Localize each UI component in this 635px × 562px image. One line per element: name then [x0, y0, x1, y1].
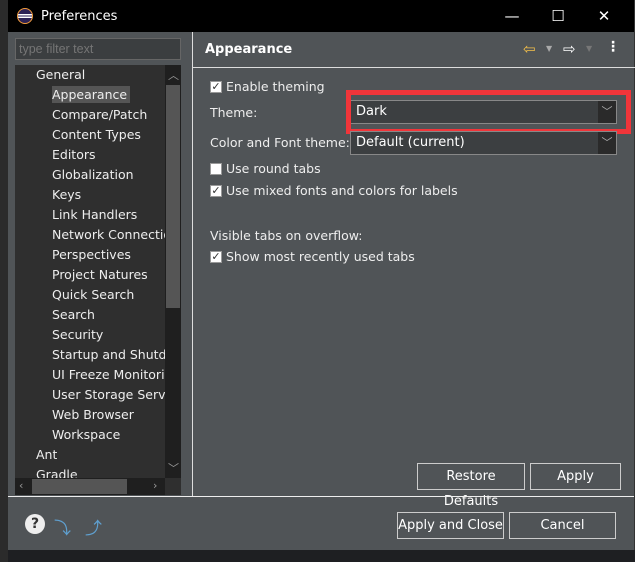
checkbox-icon: ✓: [210, 183, 222, 197]
preferences-tree: ›Gradle›Ant›WorkspaceWeb Browser›User St…: [15, 65, 181, 495]
minimize-button[interactable]: —: [489, 0, 535, 32]
tree-item-label: Web Browser: [52, 407, 134, 422]
theme-label: Theme:: [210, 105, 258, 120]
tree-item-label: Quick Search: [52, 287, 135, 302]
tree-item[interactable]: Keys: [52, 185, 81, 205]
page-title: Appearance: [205, 42, 293, 57]
highlight-box: [346, 90, 631, 134]
cancel-button[interactable]: Cancel: [509, 512, 616, 539]
forward-arrow-icon[interactable]: ⇨: [563, 40, 576, 58]
tree-item[interactable]: Project Natures: [52, 265, 148, 285]
tree-item-label: Startup and Shutdo: [52, 347, 165, 362]
tree-item-label: Network Connectio: [52, 227, 165, 242]
preferences-dialog: Preferences — ☐ ✕ ›Gradle›Ant›WorkspaceW…: [8, 0, 635, 550]
tree-item[interactable]: UI Freeze Monitorin: [52, 365, 165, 385]
tree-item[interactable]: ›Startup and Shutdo: [52, 345, 165, 365]
chevron-down-icon: ﹀: [598, 132, 616, 154]
tree-item-label: Perspectives: [52, 247, 131, 262]
restore-defaults-button[interactable]: Restore Defaults: [417, 463, 525, 509]
title-bar: Preferences — ☐ ✕: [8, 0, 634, 32]
tree-item[interactable]: Content Types: [52, 125, 141, 145]
tree-item[interactable]: ›Editors: [52, 145, 96, 165]
tree-item[interactable]: ›User Storage Servic: [52, 385, 165, 405]
scroll-right-icon[interactable]: ›: [153, 479, 157, 492]
window-title: Preferences: [41, 8, 118, 24]
tree-item-label: Link Handlers: [52, 207, 138, 222]
scroll-thumb[interactable]: [166, 85, 180, 308]
tree-item[interactable]: Link Handlers: [52, 205, 137, 225]
checkbox-icon: [210, 162, 222, 175]
eclipse-logo-icon: [17, 8, 33, 24]
tree-item[interactable]: ›Workspace: [52, 425, 120, 445]
tree-item[interactable]: Web Browser: [52, 405, 134, 425]
color-font-theme-select[interactable]: Default (current) ﹀: [350, 131, 617, 155]
tree-item[interactable]: Globalization: [52, 165, 134, 185]
tree-item[interactable]: ⌄General: [36, 65, 85, 85]
tree-item-label: Workspace: [52, 427, 121, 442]
scroll-thumb[interactable]: [32, 479, 127, 494]
scroll-up-icon[interactable]: ︿: [168, 67, 179, 83]
import-icon[interactable]: ⤵: [54, 514, 71, 539]
apply-and-close-button[interactable]: Apply and Close: [397, 512, 504, 539]
scroll-down-icon[interactable]: ﹀: [168, 460, 179, 476]
forward-dropdown-icon[interactable]: ▼: [586, 44, 592, 53]
tree-item[interactable]: ›Security: [52, 325, 103, 345]
tree-item-label: Security: [52, 327, 104, 342]
header-divider: [193, 67, 635, 68]
tree-item[interactable]: ›Ant: [36, 445, 57, 465]
tree-item[interactable]: Search: [52, 305, 95, 325]
visible-tabs-label: Visible tabs on overflow:: [210, 228, 363, 243]
tree-item[interactable]: Perspectives: [52, 245, 131, 265]
back-arrow-icon[interactable]: ⇦: [523, 40, 536, 58]
enable-theming-checkbox[interactable]: ✓ Enable theming: [210, 79, 325, 94]
tree-vertical-scrollbar[interactable]: ︿ ﹀: [165, 65, 181, 478]
tree-item-label: User Storage Servic: [52, 387, 165, 402]
close-button[interactable]: ✕: [581, 0, 627, 32]
tree-item-label: General: [36, 67, 86, 82]
tree-item-label: Ant: [36, 447, 58, 462]
back-dropdown-icon[interactable]: ▼: [546, 44, 552, 53]
filter-input[interactable]: [15, 38, 181, 60]
tree-item[interactable]: ›Network Connectio: [52, 225, 165, 245]
tree-item[interactable]: ›Appearance: [52, 85, 131, 105]
footer-divider: [8, 496, 634, 497]
maximize-button[interactable]: ☐: [535, 0, 581, 32]
color-font-theme-label: Color and Font theme:: [210, 135, 350, 150]
export-icon[interactable]: ⤴: [85, 514, 102, 539]
mixed-fonts-checkbox[interactable]: ✓ Use mixed fonts and colors for labels: [210, 183, 458, 198]
tree-horizontal-scrollbar[interactable]: ‹ ›: [15, 478, 165, 495]
help-icon[interactable]: ?: [25, 514, 45, 534]
background-editor: [0, 0, 8, 562]
sash[interactable]: [192, 32, 193, 496]
tree-item[interactable]: Compare/Patch: [52, 105, 147, 125]
tree-item[interactable]: Quick Search: [52, 285, 134, 305]
recent-tabs-checkbox[interactable]: ✓ Show most recently used tabs: [210, 249, 415, 264]
tree-item-label: Content Types: [52, 127, 141, 142]
more-menu-icon[interactable]: ⋮: [606, 39, 620, 55]
scroll-left-icon[interactable]: ‹: [19, 479, 23, 492]
checkbox-icon: ✓: [210, 79, 222, 93]
checkbox-icon: ✓: [210, 249, 222, 263]
round-tabs-checkbox[interactable]: Use round tabs: [210, 161, 321, 176]
tree-item-label: Compare/Patch: [52, 107, 148, 122]
tree-item-label: Editors: [52, 147, 96, 162]
tree-item-label: Globalization: [52, 167, 134, 182]
tree-item-label: Keys: [52, 187, 82, 202]
tree-item-label: Search: [52, 307, 95, 322]
tree-item-label: Project Natures: [52, 267, 148, 282]
tree-item-label: UI Freeze Monitorin: [52, 367, 165, 382]
tree-item-label: Appearance: [52, 86, 131, 103]
apply-button[interactable]: Apply: [530, 463, 621, 490]
